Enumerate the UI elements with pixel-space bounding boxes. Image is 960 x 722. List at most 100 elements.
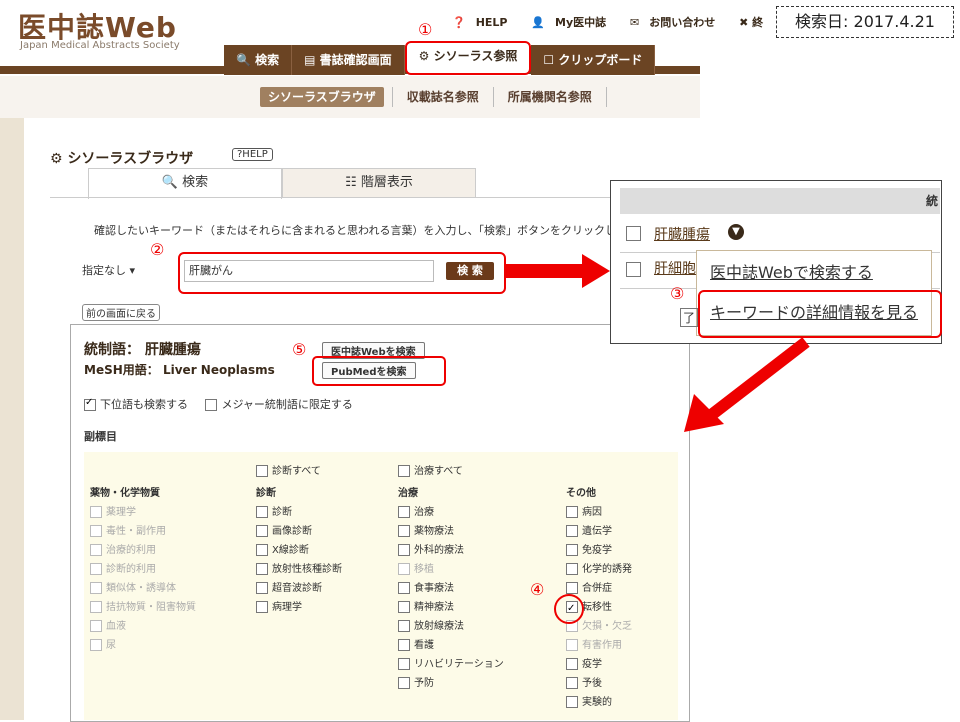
nav-tab-bibliographic[interactable]: ▤ 書誌確認画面 [292, 45, 405, 75]
controlled-term: 統制語： 肝臓腫瘍 [84, 342, 201, 358]
mesh-term: MeSH用語： Liver Neoplasms [84, 363, 275, 377]
menu-keyword-details[interactable]: キーワードの詳細情報を見る [710, 299, 918, 323]
subheading-label: 移植 [414, 564, 434, 575]
contact-link[interactable]: ✉ お問い合わせ [630, 16, 725, 29]
subheading-option[interactable]: 精神療法 [398, 598, 504, 617]
subheading-checkbox[interactable] [398, 677, 410, 689]
subheading-option[interactable]: 免疫学 [566, 541, 632, 560]
question-icon: ❓ [452, 16, 466, 29]
help-button[interactable]: ?HELP [232, 148, 273, 161]
subheading-option[interactable]: 化学的誘発 [566, 560, 632, 579]
subheading-label: 化学的誘発 [582, 564, 632, 575]
subheading-label: X線診断 [272, 545, 309, 556]
subheading-checkbox[interactable] [256, 563, 268, 575]
tab-tree-view[interactable]: ☷ 階層表示 [282, 168, 476, 198]
subheading-checkbox[interactable] [256, 582, 268, 594]
subheading-checkbox[interactable] [398, 601, 410, 613]
subheading-checkbox[interactable] [398, 525, 410, 537]
treatment-all-option[interactable]: 治療すべて [398, 462, 463, 477]
nav-tab-thesaurus[interactable]: ⚙ シソーラス参照 [404, 41, 532, 75]
subheading-option[interactable]: 病理学 [256, 598, 342, 617]
subheading-option: 毒性・副作用 [90, 522, 196, 541]
subheading-checkbox[interactable] [256, 525, 268, 537]
subheading-option[interactable]: 薬物療法 [398, 522, 504, 541]
sub-nav-thesaurus-browser[interactable]: シソーラスブラウザ [260, 87, 384, 107]
subheading-checkbox[interactable] [566, 563, 578, 575]
subheading-option[interactable]: リハビリテーション [398, 655, 504, 674]
subheading-checkbox[interactable] [566, 544, 578, 556]
diagnosis-all-option[interactable]: 診断すべて [256, 462, 321, 477]
popup-row-checkbox[interactable] [626, 262, 641, 277]
subheading-option[interactable]: 予防 [398, 674, 504, 693]
marker-4: ④ [530, 580, 545, 599]
field-select[interactable]: 指定なし ▾ [82, 262, 178, 280]
dropdown-icon[interactable]: ▼ [728, 224, 744, 240]
thesaurus-icon: ⚙ [418, 49, 434, 63]
subheading-option[interactable]: X線診断 [256, 541, 342, 560]
my-ichushi-link[interactable]: 👤 My医中誌 [531, 16, 616, 29]
subheading-checkbox[interactable] [566, 658, 578, 670]
tab-divider [50, 197, 690, 198]
search-button[interactable]: 検 索 [446, 262, 494, 280]
subheading-option[interactable]: 食事療法 [398, 579, 504, 598]
subheading-option[interactable]: 実験的 [566, 693, 632, 712]
subheading-option[interactable]: 遺伝学 [566, 522, 632, 541]
subheading-option[interactable]: 外科的療法 [398, 541, 504, 560]
major-only-option[interactable]: メジャー統制語に限定する [205, 398, 353, 411]
menu-search-ichushi[interactable]: 医中誌Webで検索する [710, 259, 873, 283]
popup-row-stub: 了 [680, 308, 699, 327]
lower-terms-option[interactable]: 下位語も検索する [84, 397, 188, 411]
subheading-label: 有害作用 [582, 640, 622, 651]
subheading-checkbox[interactable] [398, 658, 410, 670]
sub-nav-institutions[interactable]: 所属機関名参照 [492, 87, 607, 107]
subheading-option[interactable]: 放射線療法 [398, 617, 504, 636]
subheading-option: 血液 [90, 617, 196, 636]
subheading-option[interactable]: 治療 [398, 503, 504, 522]
subheading-column: 治療 治療 薬物療法 外科的療法 移植 食事療法 精神療法 放射線療法 看護 リハビリテーション予… [398, 484, 504, 693]
subheading-checkbox[interactable] [256, 506, 268, 518]
subheading-option[interactable]: 画像診断 [256, 522, 342, 541]
term-link[interactable]: 肝臓腫瘍 [654, 224, 710, 244]
subheading-checkbox [90, 582, 102, 594]
subheading-checkbox[interactable] [566, 696, 578, 708]
subheading-checkbox[interactable] [398, 639, 410, 651]
subheading-option[interactable]: 予後 [566, 674, 632, 693]
diagnosis-all-checkbox[interactable] [256, 465, 268, 477]
subheading-option[interactable]: 放射性核種診断 [256, 560, 342, 579]
search-input[interactable]: 肝臓がん [184, 260, 434, 282]
subheading-checkbox[interactable] [566, 677, 578, 689]
nav-tab-clipboard[interactable]: ☐ クリップボード [531, 45, 656, 75]
nav-tab-search[interactable]: 🔍 検索 [224, 45, 293, 75]
treatment-all-checkbox[interactable] [398, 465, 410, 477]
popup-row-checkbox[interactable] [626, 226, 641, 241]
lower-terms-checkbox[interactable] [84, 397, 96, 411]
subheading-checkbox[interactable] [398, 620, 410, 632]
subheading-checkbox[interactable] [398, 544, 410, 556]
subheading-option[interactable]: 診断 [256, 503, 342, 522]
subheading-option[interactable]: 看護 [398, 636, 504, 655]
subheading-option[interactable]: 病因 [566, 503, 632, 522]
subheading-label: 放射性核種診断 [272, 564, 342, 575]
search-pubmed-button[interactable]: PubMedを検索 [322, 362, 416, 379]
subheading-checkbox[interactable] [256, 601, 268, 613]
subheading-column-title: 治療 [398, 488, 418, 499]
popup-header: 統 [620, 188, 940, 214]
subheading-checkbox[interactable] [566, 582, 578, 594]
subheading-checkbox[interactable] [398, 582, 410, 594]
term-link[interactable]: 肝細胞 [654, 258, 696, 278]
subheading-option[interactable]: 疫学 [566, 655, 632, 674]
subheading-option[interactable]: 超音波診断 [256, 579, 342, 598]
subheading-checkbox[interactable] [256, 544, 268, 556]
back-button[interactable]: 前の画面に戻る [82, 304, 160, 321]
major-only-checkbox[interactable] [205, 399, 218, 411]
subheading-checkbox[interactable] [566, 525, 578, 537]
subheading-checkbox[interactable] [398, 506, 410, 518]
help-link[interactable]: ❓ HELP [452, 16, 518, 29]
close-link[interactable]: ✖ 終 [739, 16, 763, 29]
marker-2: ② [150, 240, 165, 259]
subheading-label: リハビリテーション [414, 659, 504, 670]
sub-nav-journal-names[interactable]: 収載誌名参照 [391, 87, 493, 107]
subheading-column-title: 薬物・化学物質 [90, 488, 160, 499]
tab-search[interactable]: 🔍 検索 [88, 168, 282, 199]
subheading-checkbox[interactable] [566, 506, 578, 518]
